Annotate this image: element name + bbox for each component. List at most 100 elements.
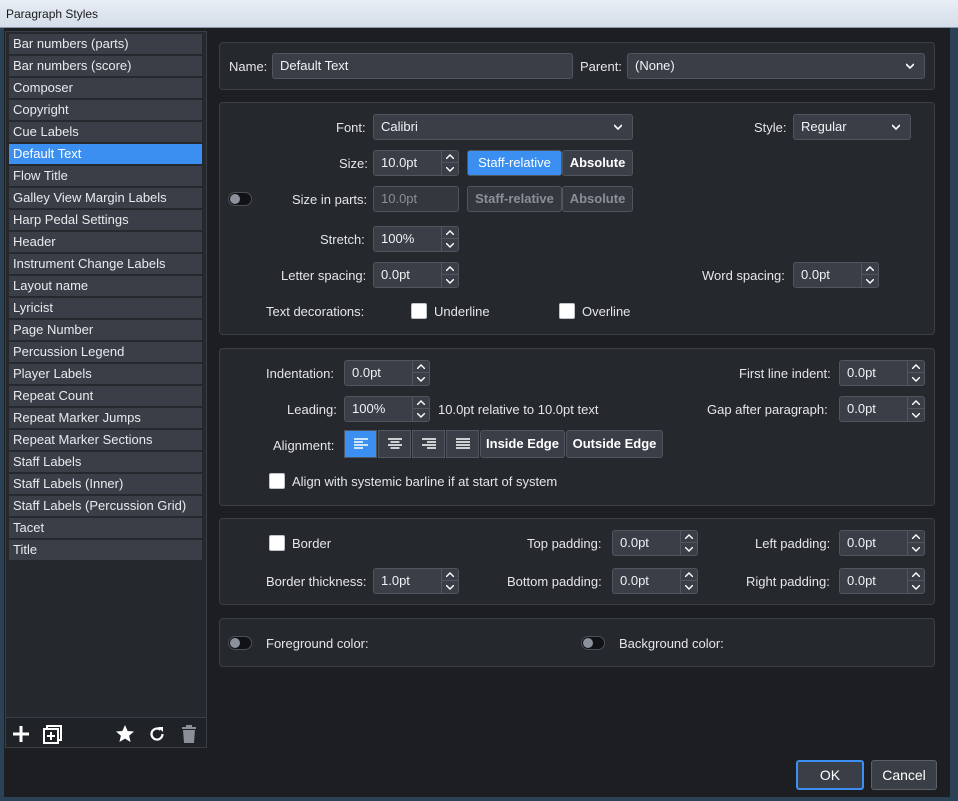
parent-select[interactable]: (None) <box>627 53 925 79</box>
align-barline-label: Align with systemic barline if at start … <box>292 474 558 489</box>
left-padding-increment-button[interactable] <box>908 531 924 543</box>
style-list-item[interactable]: Repeat Marker Sections <box>9 430 202 450</box>
font-label: Font: <box>336 120 366 135</box>
outside-edge-button[interactable]: Outside Edge <box>566 430 663 458</box>
word-spacing-increment-button[interactable] <box>862 263 878 275</box>
style-list-item[interactable]: Instrument Change Labels <box>9 254 202 274</box>
gap-decrement-button[interactable] <box>908 409 924 421</box>
leading-increment-button[interactable] <box>413 397 429 409</box>
background-color-toggle[interactable] <box>581 636 605 650</box>
style-list-item[interactable]: Bar numbers (score) <box>9 56 202 76</box>
size-decrement-button[interactable] <box>442 163 458 175</box>
left-padding-spinbox[interactable]: 0.0pt <box>839 530 925 556</box>
style-list-item[interactable]: Percussion Legend <box>9 342 202 362</box>
word-spacing-decrement-button[interactable] <box>862 275 878 287</box>
size-spinbox[interactable]: 10.0pt <box>373 150 459 176</box>
style-list-item[interactable]: Default Text <box>9 144 202 164</box>
window-frame-right <box>950 28 958 801</box>
bottom-padding-increment-button[interactable] <box>681 569 697 581</box>
thickness-increment-button[interactable] <box>442 569 458 581</box>
add-style-button[interactable] <box>10 723 32 745</box>
underline-checkbox[interactable] <box>411 303 427 319</box>
first-line-decrement-button[interactable] <box>908 373 924 385</box>
style-list-item[interactable]: Lyricist <box>9 298 202 318</box>
bottom-padding-spinbox[interactable]: 0.0pt <box>612 568 698 594</box>
style-list-item[interactable]: Composer <box>9 78 202 98</box>
style-list-item[interactable]: Page Number <box>9 320 202 340</box>
ok-button[interactable]: OK <box>796 760 864 790</box>
thickness-decrement-button[interactable] <box>442 581 458 593</box>
stretch-increment-button[interactable] <box>442 227 458 239</box>
style-list-item[interactable]: Layout name <box>9 276 202 296</box>
bottom-padding-decrement-button[interactable] <box>681 581 697 593</box>
right-padding-increment-button[interactable] <box>908 569 924 581</box>
style-list-item[interactable]: Cue Labels <box>9 122 202 142</box>
first-line-increment-button[interactable] <box>908 361 924 373</box>
style-list-item[interactable]: Header <box>9 232 202 252</box>
stretch-decrement-button[interactable] <box>442 239 458 251</box>
foreground-color-toggle[interactable] <box>228 636 252 650</box>
right-padding-spinbox[interactable]: 0.0pt <box>839 568 925 594</box>
chevron-up-icon <box>912 534 920 539</box>
letter-spacing-decrement-button[interactable] <box>442 275 458 287</box>
right-padding-decrement-button[interactable] <box>908 581 924 593</box>
left-padding-decrement-button[interactable] <box>908 543 924 555</box>
style-list-item[interactable]: Repeat Marker Jumps <box>9 408 202 428</box>
align-justify-button[interactable] <box>446 430 479 458</box>
style-list-item[interactable]: Staff Labels (Inner) <box>9 474 202 494</box>
duplicate-style-button[interactable] <box>42 723 64 745</box>
delete-style-button[interactable] <box>178 723 200 745</box>
gap-increment-button[interactable] <box>908 397 924 409</box>
border-thickness-label: Border thickness: <box>266 574 367 589</box>
style-list-item[interactable]: Galley View Margin Labels <box>9 188 202 208</box>
style-list-item[interactable]: Player Labels <box>9 364 202 384</box>
inside-edge-button[interactable]: Inside Edge <box>480 430 565 458</box>
chevron-down-icon <box>446 584 454 590</box>
parts-absolute-button[interactable]: Absolute <box>562 186 633 212</box>
font-select[interactable]: Calibri <box>373 114 633 140</box>
size-staff-relative-button[interactable]: Staff-relative <box>467 150 562 176</box>
style-list-item[interactable]: Harp Pedal Settings <box>9 210 202 230</box>
size-in-parts-input[interactable]: 10.0pt <box>373 186 459 212</box>
parts-staff-relative-button[interactable]: Staff-relative <box>467 186 562 212</box>
word-spacing-spinbox[interactable]: 0.0pt <box>793 262 879 288</box>
size-absolute-button[interactable]: Absolute <box>562 150 633 176</box>
stretch-spinbox[interactable]: 100% <box>373 226 459 252</box>
align-center-button[interactable] <box>378 430 411 458</box>
align-right-button[interactable] <box>412 430 445 458</box>
first-line-indent-spinbox[interactable]: 0.0pt <box>839 360 925 386</box>
revert-style-button[interactable] <box>146 723 168 745</box>
gap-after-paragraph-spinbox[interactable]: 0.0pt <box>839 396 925 422</box>
set-default-button[interactable] <box>114 723 136 745</box>
leading-decrement-button[interactable] <box>413 409 429 421</box>
gap-after-paragraph-value: 0.0pt <box>847 401 876 416</box>
style-list-item[interactable]: Title <box>9 540 202 560</box>
border-checkbox[interactable] <box>269 535 285 551</box>
align-left-button[interactable] <box>344 430 377 458</box>
top-padding-spinbox[interactable]: 0.0pt <box>612 530 698 556</box>
top-padding-increment-button[interactable] <box>681 531 697 543</box>
style-select[interactable]: Regular <box>793 114 911 140</box>
overline-checkbox[interactable] <box>559 303 575 319</box>
size-increment-button[interactable] <box>442 151 458 163</box>
indentation-decrement-button[interactable] <box>413 373 429 385</box>
size-in-parts-toggle[interactable] <box>228 192 252 206</box>
style-list-item[interactable]: Tacet <box>9 518 202 538</box>
name-input[interactable]: Default Text <box>272 53 573 79</box>
letter-spacing-increment-button[interactable] <box>442 263 458 275</box>
leading-spinbox[interactable]: 100% <box>344 396 430 422</box>
border-thickness-spinbox[interactable]: 1.0pt <box>373 568 459 594</box>
style-list-item[interactable]: Copyright <box>9 100 202 120</box>
cancel-button[interactable]: Cancel <box>871 760 937 790</box>
style-list-item[interactable]: Flow Title <box>9 166 202 186</box>
style-list-item[interactable]: Bar numbers (parts) <box>9 34 202 54</box>
top-padding-decrement-button[interactable] <box>681 543 697 555</box>
indentation-spinbox[interactable]: 0.0pt <box>344 360 430 386</box>
style-list-item[interactable]: Repeat Count <box>9 386 202 406</box>
style-list-item[interactable]: Staff Labels (Percussion Grid) <box>9 496 202 516</box>
chevron-up-icon <box>912 572 920 577</box>
style-list-item[interactable]: Staff Labels <box>9 452 202 472</box>
indentation-increment-button[interactable] <box>413 361 429 373</box>
align-barline-checkbox[interactable] <box>269 473 285 489</box>
letter-spacing-spinbox[interactable]: 0.0pt <box>373 262 459 288</box>
